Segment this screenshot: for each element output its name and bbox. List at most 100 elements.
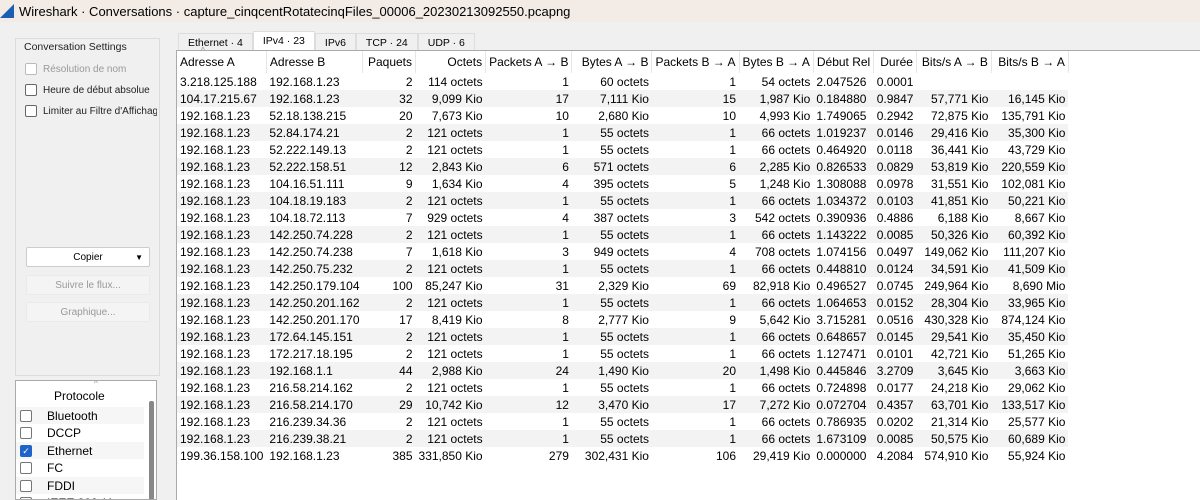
protocol-item[interactable]: Bluetooth bbox=[16, 407, 144, 424]
checkbox-icon[interactable]: ✓ bbox=[20, 444, 32, 457]
table-cell: 0.826533 bbox=[816, 159, 867, 174]
table-cell: 54 octets bbox=[761, 74, 811, 89]
table-cell: 172.64.145.151 bbox=[269, 329, 353, 344]
checkbox-icon[interactable] bbox=[20, 462, 32, 474]
table-row[interactable]: 192.168.1.23 142.250.74.228 2 121 octets 1 55… bbox=[177, 226, 1069, 243]
table-cell: 1 bbox=[562, 261, 569, 276]
sort-indicator-icon: ^ bbox=[201, 46, 205, 55]
table-cell: 0.2942 bbox=[876, 108, 914, 123]
table-cell: 7 bbox=[405, 210, 413, 225]
table-cell: 0.448810 bbox=[816, 261, 867, 276]
protocol-item[interactable]: ✓ Ethernet bbox=[16, 442, 144, 459]
limit-display-filter-checkbox[interactable]: Limiter au Filtre d'Affichage bbox=[25, 105, 157, 117]
table-cell: 142.250.201.170 bbox=[269, 312, 360, 327]
table-cell: 0.464920 bbox=[816, 142, 867, 157]
table-row[interactable]: 192.168.1.23 142.250.201.170 17 8,419 Kio 8 2… bbox=[177, 311, 1068, 328]
table-cell: 55 octets bbox=[600, 431, 649, 446]
table-cell: 55 octets bbox=[600, 193, 649, 208]
column-header[interactable]: Packets B → A bbox=[651, 51, 740, 73]
protocol-item[interactable]: FC bbox=[16, 460, 144, 477]
table-row[interactable]: 192.168.1.23 52.222.158.51 12 2,843 Kio 6 571… bbox=[177, 158, 1069, 175]
column-header[interactable]: Durée bbox=[873, 51, 917, 73]
table-cell: 42,721 Kio bbox=[931, 346, 989, 361]
table-row[interactable]: 192.168.1.23 142.250.75.232 2 121 octets 1 55… bbox=[177, 260, 1069, 277]
column-header[interactable]: Bits/s B → A bbox=[991, 51, 1069, 73]
table-cell: 3 bbox=[729, 210, 736, 225]
table-row[interactable]: 192.168.1.23 172.217.18.195 2 121 octets 1 55… bbox=[177, 345, 1068, 362]
tab-udp[interactable]: UDP · 6 bbox=[417, 33, 475, 51]
table-cell: 8 bbox=[562, 312, 569, 327]
table-cell: 60 octets bbox=[600, 74, 649, 89]
follow-stream-button[interactable]: Suivre le flux... bbox=[26, 275, 150, 295]
table-cell: 0.786935 bbox=[816, 414, 867, 429]
table-row[interactable]: 192.168.1.23 52.84.174.21 2 121 octets 1 55 o… bbox=[177, 124, 1069, 141]
table-cell: 1.673109 bbox=[816, 431, 867, 446]
table-row[interactable]: 192.168.1.23 52.222.149.13 2 121 octets 1 55 … bbox=[177, 141, 1068, 158]
table-cell: 395 octets bbox=[593, 176, 649, 191]
tab-ethernet[interactable]: Ethernet · 4 bbox=[178, 33, 253, 51]
table-row[interactable]: 192.168.1.23 104.18.72.113 7 929 octets 4 387… bbox=[177, 209, 1068, 226]
table-row[interactable]: 199.36.158.100 192.168.1.23 385 331,850 Kio… bbox=[177, 447, 1068, 464]
table-cell: 2,988 Kio bbox=[431, 363, 483, 378]
checkbox-icon[interactable] bbox=[20, 427, 32, 439]
table-row[interactable]: 192.168.1.23 216.58.214.170 29 10,742 Kio 12… bbox=[177, 396, 1069, 413]
table-cell: 9 bbox=[729, 312, 736, 327]
tab-tcp[interactable]: TCP · 24 bbox=[355, 33, 418, 51]
table-row[interactable]: 3.218.125.188 192.168.1.23 2 114 octets 1 60 … bbox=[177, 73, 1068, 90]
table-row[interactable]: 192.168.1.23 104.18.19.183 2 121 octets 1 55 … bbox=[177, 192, 1069, 209]
column-header[interactable]: Octets bbox=[415, 51, 487, 73]
name-resolution-checkbox[interactable]: Résolution de nom bbox=[25, 63, 157, 75]
conversation-settings-group: Conversation Settings Résolution de nom … bbox=[15, 38, 160, 376]
column-header[interactable]: ^ Adresse A bbox=[177, 46, 267, 73]
table-cell: 8,667 Kio bbox=[1014, 210, 1066, 225]
table-row[interactable]: 192.168.1.23 104.16.51.111 9 1,634 Kio 4 395 … bbox=[177, 175, 1068, 192]
table-row[interactable]: 192.168.1.23 142.250.201.162 2 121 octets 1 5… bbox=[177, 294, 1069, 311]
protocol-item[interactable]: DCCP bbox=[16, 425, 144, 442]
protocol-item[interactable]: FDDI bbox=[16, 477, 144, 494]
column-header[interactable]: Bytes A → B bbox=[571, 51, 653, 73]
copy-button[interactable]: Copier ▼ bbox=[26, 247, 150, 267]
tab-ipv4[interactable]: IPv4 · 23 bbox=[252, 31, 315, 51]
table-row[interactable]: 192.168.1.23 142.250.179.104 100 85,247 Kio… bbox=[177, 277, 1068, 294]
protocol-list-scrollbar[interactable] bbox=[149, 401, 154, 499]
table-row[interactable]: 192.168.1.23 216.239.34.36 2 121 octets 1 55 … bbox=[177, 413, 1068, 430]
column-header[interactable]: Adresse B bbox=[266, 51, 364, 73]
checkbox-icon[interactable] bbox=[20, 479, 32, 492]
column-header[interactable]: Début Rel bbox=[813, 51, 875, 73]
table-row[interactable]: 192.168.1.23 52.18.138.215 20 7,673 Kio 10 2,… bbox=[177, 107, 1068, 124]
table-cell: 66 octets bbox=[761, 193, 811, 208]
table-cell: 192.168.1.23 bbox=[180, 295, 251, 310]
table-cell: 0.4357 bbox=[876, 397, 914, 412]
table-cell: 102,081 Kio bbox=[1001, 176, 1066, 191]
column-header[interactable]: Packets A → B bbox=[485, 51, 573, 73]
protocol-item[interactable]: IEEE 802.11 bbox=[16, 495, 144, 499]
table-cell: 142.250.179.104 bbox=[269, 278, 360, 293]
tab-ipv6[interactable]: IPv6 bbox=[314, 33, 356, 51]
table-cell: 0.0978 bbox=[876, 176, 914, 191]
table-row[interactable]: 192.168.1.23 216.58.214.162 2 121 octets 1 55… bbox=[177, 379, 1068, 396]
table-row[interactable]: 192.168.1.23 172.64.145.151 2 121 octets 1 55… bbox=[177, 328, 1069, 345]
column-header[interactable]: Paquets bbox=[362, 51, 417, 73]
absolute-start-time-checkbox[interactable]: Heure de début absolue bbox=[25, 84, 157, 96]
table-cell: 2 bbox=[405, 261, 413, 276]
table-cell: 192.168.1.23 bbox=[269, 448, 340, 463]
table-cell: 1 bbox=[729, 329, 736, 344]
table-row[interactable]: 192.168.1.23 142.250.74.238 7 1,618 Kio 3 949… bbox=[177, 243, 1068, 260]
column-header[interactable]: Bytes B → A bbox=[739, 51, 814, 73]
checkbox-icon[interactable] bbox=[20, 409, 32, 422]
table-row[interactable]: 192.168.1.23 192.168.1.1 44 2,988 Kio 24 1,49… bbox=[177, 362, 1069, 379]
protocol-column-header[interactable]: Protocole bbox=[54, 389, 105, 403]
table-cell: 192.168.1.1 bbox=[269, 363, 333, 378]
table-cell: 133,517 Kio bbox=[1001, 397, 1066, 412]
table-cell: 12 bbox=[555, 397, 569, 412]
table-cell: 0.0103 bbox=[876, 193, 914, 208]
table-row[interactable]: 104.17.215.67 192.168.1.23 32 9,099 Kio 17 7,… bbox=[177, 90, 1069, 107]
table-row[interactable]: 192.168.1.23 216.239.38.21 2 121 octets 1 55 … bbox=[177, 430, 1069, 447]
table-cell: 104.18.72.113 bbox=[269, 210, 346, 225]
table-cell: 121 octets bbox=[427, 142, 483, 157]
graph-button[interactable]: Graphique... bbox=[26, 302, 150, 322]
window-title: Wireshark · Conversations · capture_cinq… bbox=[19, 3, 571, 19]
table-cell: 1.308088 bbox=[816, 176, 867, 191]
table-cell: 10,742 Kio bbox=[425, 397, 483, 412]
column-header[interactable]: Bits/s A → B bbox=[916, 51, 992, 73]
